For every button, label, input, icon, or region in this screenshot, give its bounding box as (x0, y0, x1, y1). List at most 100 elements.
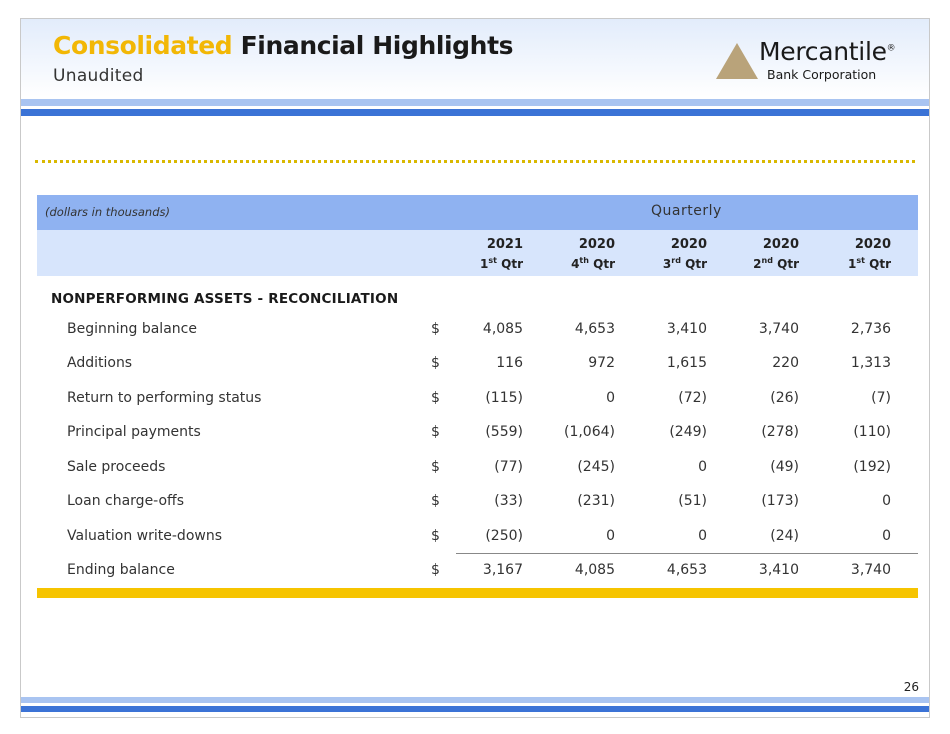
row-label: Valuation write-downs (67, 528, 222, 544)
cell-value: 116 (496, 355, 523, 371)
cell-value: 2,736 (850, 321, 891, 337)
column-header: 2020 3rd Qtr (647, 237, 707, 272)
table-row: Sale proceeds $ (77) (245) 0 (49) (192) (37, 459, 918, 479)
row-label: Additions (67, 355, 133, 371)
row-label: Ending balance (67, 562, 175, 578)
row-label: Beginning balance (67, 321, 197, 337)
cell-value: (1,064) (563, 424, 615, 440)
page-number: 26 (903, 680, 919, 694)
table-row: Return to performing status $ (115) 0 (7… (37, 390, 918, 410)
cell-value: (249) (669, 424, 707, 440)
quarter-number: 2 (753, 257, 762, 271)
currency-symbol: $ (431, 459, 440, 475)
cell-value: (559) (485, 424, 523, 440)
cell-value: 0 (882, 493, 891, 509)
registered-mark: ® (886, 43, 896, 54)
cell-value: 3,410 (758, 562, 799, 578)
cell-value: (51) (678, 493, 707, 509)
column-year: 2020 (762, 237, 799, 252)
cell-value: 4,653 (666, 562, 707, 578)
cell-value: 220 (772, 355, 799, 371)
triangle-logo-icon (716, 43, 758, 79)
title-main: Financial Highlights (240, 31, 514, 60)
quarter-suffix: th (579, 256, 589, 265)
quarter-word: Qtr (593, 257, 615, 271)
cell-value: (77) (494, 459, 523, 475)
cell-value: (110) (853, 424, 891, 440)
total-rule (456, 553, 918, 554)
quarter-suffix: st (856, 256, 865, 265)
currency-symbol: $ (431, 424, 440, 440)
cell-value: (173) (761, 493, 799, 509)
column-quarter: 3rd Qtr (647, 253, 707, 272)
currency-symbol: $ (431, 528, 440, 544)
slide: Consolidated Financial Highlights Unaudi… (20, 18, 930, 718)
currency-symbol: $ (431, 321, 440, 337)
table-row-total: Ending balance $ 3,167 4,085 4,653 3,410… (37, 562, 918, 582)
quarter-word: Qtr (869, 257, 891, 271)
logo-name: Mercantile® (759, 37, 896, 66)
cell-value: (26) (770, 390, 799, 406)
table-row: Valuation write-downs $ (250) 0 0 (24) 0 (37, 528, 918, 548)
group-header: Quarterly (651, 203, 722, 219)
units-note: (dollars in thousands) (45, 205, 171, 219)
column-year: 2021 (486, 237, 523, 252)
cell-value: (278) (761, 424, 799, 440)
column-header: 2020 2nd Qtr (739, 237, 799, 272)
column-quarter: 1st Qtr (463, 253, 523, 272)
cell-value: 3,740 (850, 562, 891, 578)
column-year: 2020 (578, 237, 615, 252)
row-label: Principal payments (67, 424, 201, 440)
column-quarter: 4th Qtr (555, 253, 615, 272)
cell-value: (192) (853, 459, 891, 475)
cell-value: 0 (606, 390, 615, 406)
row-label: Sale proceeds (67, 459, 166, 475)
row-label: Loan charge-offs (67, 493, 184, 509)
column-quarter: 1st Qtr (831, 253, 891, 272)
table-row: Loan charge-offs $ (33) (231) (51) (173)… (37, 493, 918, 513)
cell-value: 0 (698, 459, 707, 475)
logo-subtitle: Bank Corporation (767, 67, 877, 82)
section-title: NONPERFORMING ASSETS - RECONCILIATION (51, 291, 399, 307)
title-accent: Consolidated (53, 31, 233, 60)
column-quarter: 2nd Qtr (739, 253, 799, 272)
cell-value: 3,410 (666, 321, 707, 337)
cell-value: 4,085 (482, 321, 523, 337)
quarter-word: Qtr (685, 257, 707, 271)
quarter-suffix: st (488, 256, 497, 265)
cell-value: (72) (678, 390, 707, 406)
cell-value: (7) (871, 390, 891, 406)
cell-value: 1,615 (666, 355, 707, 371)
currency-symbol: $ (431, 493, 440, 509)
cell-value: 4,085 (574, 562, 615, 578)
cell-value: (115) (485, 390, 523, 406)
footer-rule-light (21, 697, 929, 703)
column-year: 2020 (670, 237, 707, 252)
cell-value: 972 (588, 355, 615, 371)
currency-symbol: $ (431, 355, 440, 371)
table-row: Additions $ 116 972 1,615 220 1,313 (37, 355, 918, 375)
table-row: Beginning balance $ 4,085 4,653 3,410 3,… (37, 321, 918, 341)
header-rule-light (21, 99, 929, 106)
cell-value: 0 (882, 528, 891, 544)
table-row: Principal payments $ (559) (1,064) (249)… (37, 424, 918, 444)
cell-value: (245) (577, 459, 615, 475)
cell-value: (33) (494, 493, 523, 509)
page-subtitle: Unaudited (53, 66, 144, 86)
quarter-suffix: rd (671, 256, 681, 265)
cell-value: 0 (698, 528, 707, 544)
page-title: Consolidated Financial Highlights (53, 31, 514, 60)
company-logo: Mercantile® Bank Corporation (715, 37, 915, 89)
footer-rule-dark (21, 706, 929, 712)
logo-name-text: Mercantile (759, 37, 887, 66)
dotted-divider (35, 160, 915, 163)
cell-value: (49) (770, 459, 799, 475)
column-header: 2020 1st Qtr (831, 237, 891, 272)
cell-value: (24) (770, 528, 799, 544)
cell-value: 4,653 (574, 321, 615, 337)
cell-value: 3,740 (758, 321, 799, 337)
column-year: 2020 (854, 237, 891, 252)
header-rule-dark (21, 109, 929, 116)
cell-value: (231) (577, 493, 615, 509)
column-header: 2021 1st Qtr (463, 237, 523, 272)
